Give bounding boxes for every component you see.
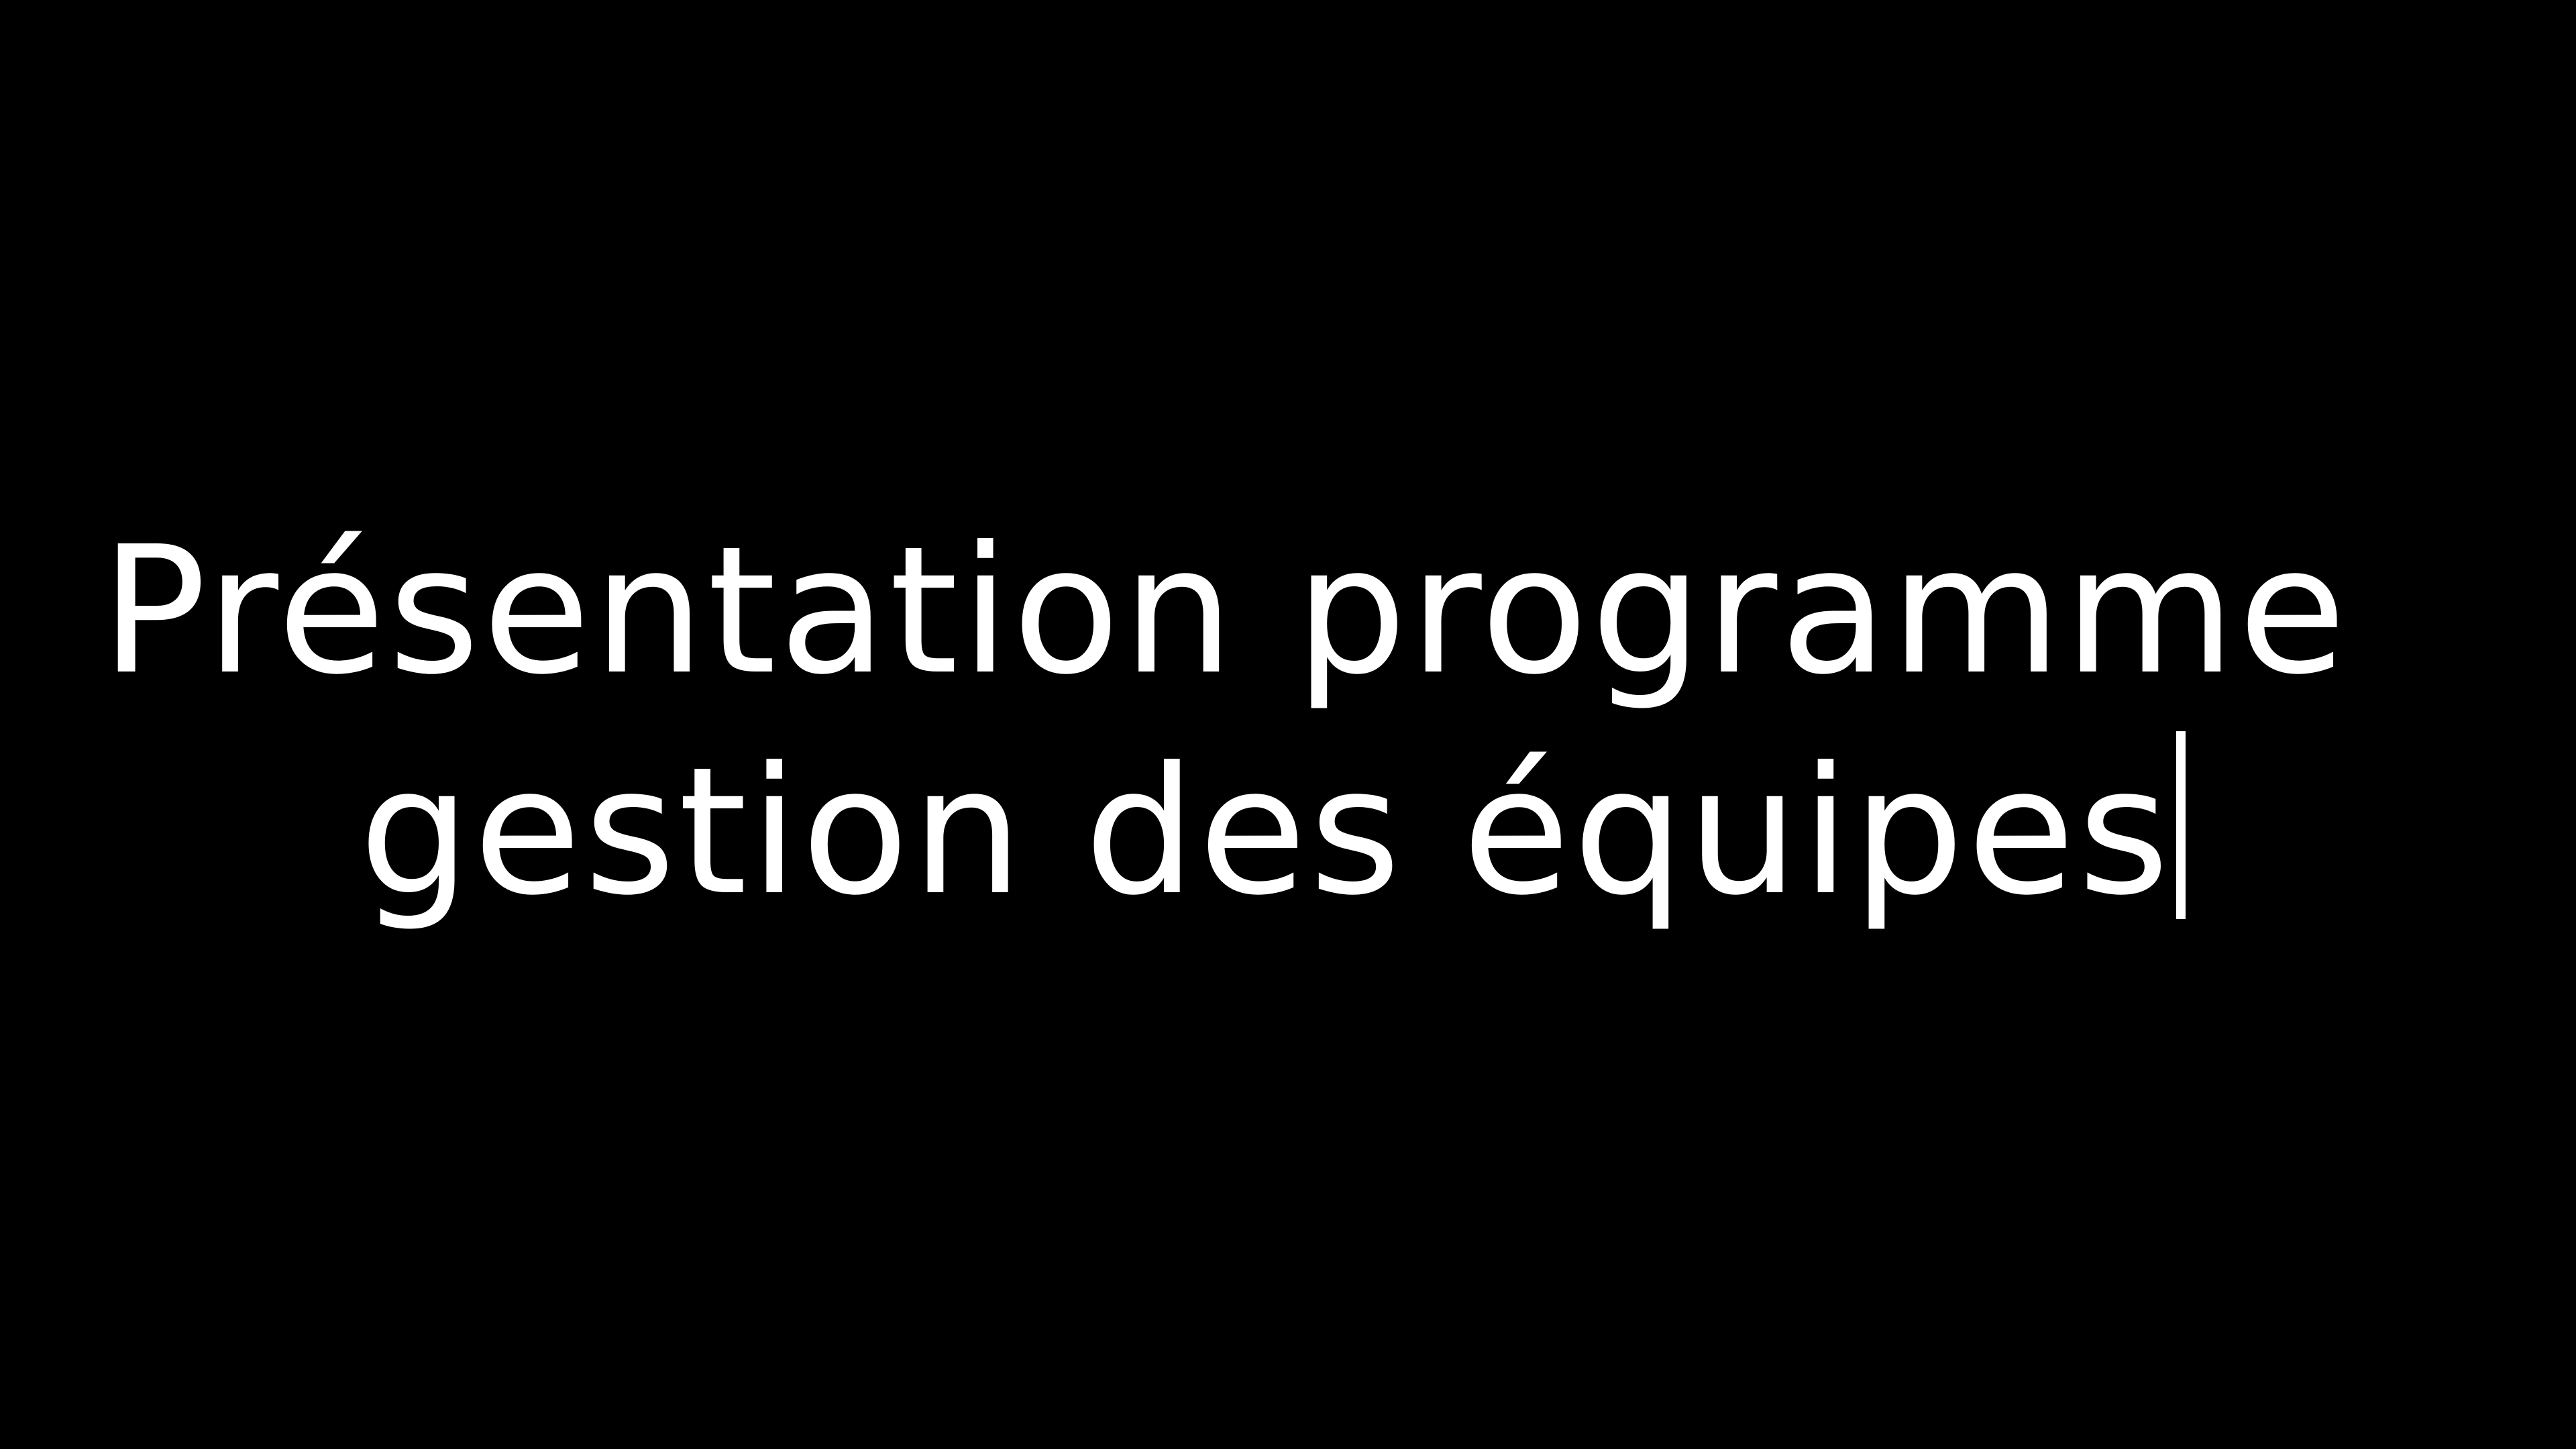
title-line-1: Présentation programme bbox=[101, 508, 2349, 713]
text-cursor bbox=[2176, 731, 2186, 919]
title-line-2-row: gestion des équipes bbox=[359, 731, 2186, 920]
title-line-2: gestion des équipes bbox=[359, 729, 2172, 934]
title-text-box[interactable]: Présentation programme gestion des équip… bbox=[0, 0, 2576, 1449]
title-slide: Présentation programme gestion des équip… bbox=[0, 0, 2576, 1449]
